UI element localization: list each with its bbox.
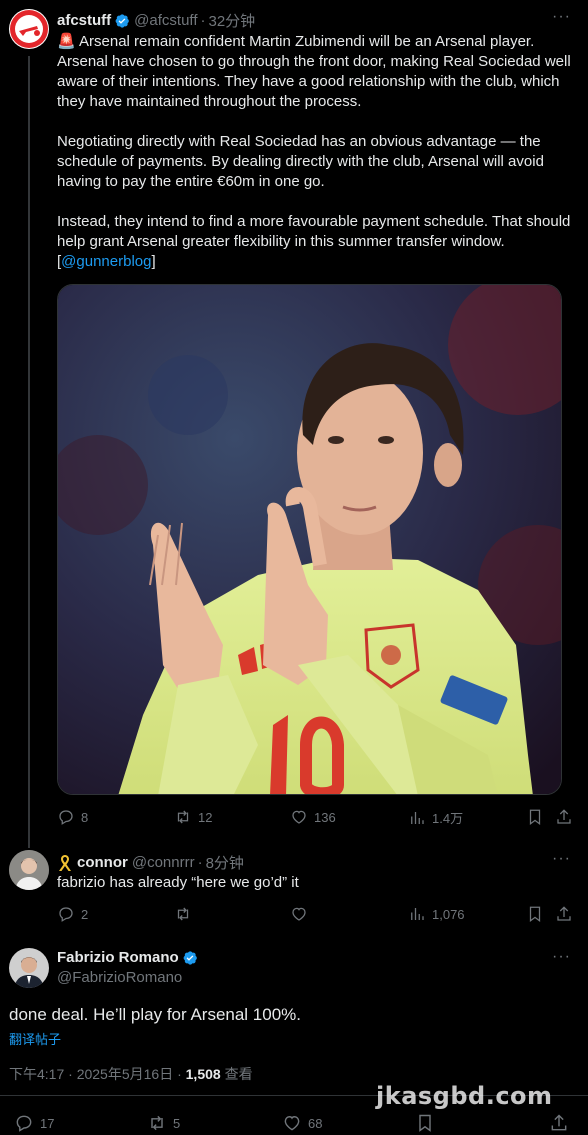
bookmark-icon [529, 809, 541, 826]
tweet1-photo[interactable] [57, 284, 562, 795]
bookmark-icon [529, 906, 541, 923]
views-label: 查看 [220, 1066, 253, 1082]
heart-icon [284, 1116, 300, 1131]
display-name[interactable]: afcstuff [57, 12, 111, 29]
views-button[interactable]: 1.4万 [408, 808, 463, 827]
awareness-ribbon-icon [59, 854, 71, 871]
share-button[interactable] [555, 905, 573, 923]
tweet2-header: connor @connrrr · 8分钟 [57, 852, 244, 873]
reply-button[interactable]: 8 [57, 808, 88, 826]
views-chart-icon [411, 811, 424, 824]
thread-line [28, 56, 30, 848]
handle[interactable]: @connrrr [132, 854, 195, 871]
connor-avatar[interactable] [9, 850, 49, 890]
bookmark-button[interactable] [526, 905, 544, 923]
tweet3-header: Fabrizio Romano [57, 949, 198, 966]
like-button[interactable]: 68 [282, 1113, 322, 1133]
tweet2-text: fabrizio has already “here we go’d” it [57, 874, 299, 891]
timestamp[interactable]: 32分钟 [208, 10, 255, 31]
verified-badge-icon [115, 13, 130, 28]
bookmark-button[interactable] [415, 1113, 435, 1133]
bookmark-button[interactable] [526, 808, 544, 826]
timestamp[interactable]: 8分钟 [206, 852, 244, 873]
reply-icon [59, 810, 73, 825]
tweet3-text: done deal. He’ll play for Arsenal 100%. [9, 1005, 302, 1024]
display-name[interactable]: connor [77, 854, 128, 871]
share-button[interactable] [555, 808, 573, 826]
views-count: 1,508 [185, 1066, 221, 1082]
handle[interactable]: @FabrizioRomano [57, 969, 182, 986]
retweet-icon [177, 907, 189, 921]
retweet-button[interactable]: 5 [147, 1113, 180, 1133]
handle[interactable]: @afcstuff [134, 12, 197, 29]
tweet1-actions: 8 12 136 1.4万 [57, 808, 577, 830]
tweet-connor[interactable]: connor @connrrr · 8分钟 ··· fabrizio has a… [0, 840, 588, 940]
translate-post-link[interactable]: 翻译帖子 [9, 1029, 61, 1048]
tweet3-actions: 17 5 68 [14, 1113, 574, 1135]
share-icon [557, 809, 571, 824]
share-icon [551, 1114, 567, 1131]
display-name[interactable]: Fabrizio Romano [57, 949, 179, 966]
retweet-button[interactable] [174, 905, 192, 923]
tweet2-actions: 2 1,076 [57, 905, 577, 927]
views-button[interactable]: 1,076 [408, 905, 465, 923]
more-options-icon[interactable]: ··· [552, 850, 571, 868]
heart-icon [292, 810, 306, 824]
retweet-icon [151, 1115, 163, 1131]
like-button[interactable]: 136 [290, 808, 336, 826]
views-chart-icon [411, 908, 424, 920]
fabrizio-avatar[interactable] [9, 948, 49, 988]
afcstuff-logo-icon [10, 10, 48, 48]
bookmark-icon [419, 1114, 431, 1132]
retweet-button[interactable]: 12 [174, 808, 212, 826]
mention-link[interactable]: @gunnerblog [61, 253, 151, 270]
reply-icon [16, 1115, 32, 1132]
post-timestamp-views: 下午4:17 · 2025年5月16日 · 1,508 查看 [9, 1064, 253, 1084]
watermark: jkasgbd.com [376, 1082, 553, 1110]
more-options-icon[interactable]: ··· [552, 948, 571, 966]
tweet3-handle-row: @FabrizioRomano [57, 969, 182, 986]
tweet1-header: afcstuff @afcstuff · 32分钟 [57, 10, 256, 31]
reply-icon [59, 907, 73, 922]
tweet-afcstuff[interactable]: afcstuff @afcstuff · 32分钟 ··· 🚨 Arsenal … [0, 0, 588, 848]
fabrizio-avatar-image [9, 948, 49, 988]
afcstuff-avatar[interactable] [9, 9, 49, 49]
verified-badge-icon [183, 950, 197, 965]
player-photo [58, 285, 561, 794]
more-options-icon[interactable]: ··· [552, 8, 571, 26]
heart-icon [292, 907, 306, 921]
reply-button[interactable]: 17 [14, 1113, 54, 1133]
tweet1-text: 🚨 Arsenal remain confident Martin Zubime… [57, 33, 571, 270]
retweet-icon [177, 810, 189, 824]
share-icon [557, 906, 571, 921]
connor-avatar-image [9, 850, 49, 890]
like-button[interactable] [290, 905, 308, 923]
reply-button[interactable]: 2 [57, 905, 88, 923]
post-timestamp[interactable]: 下午4:17 · 2025年5月16日 · [9, 1066, 186, 1082]
share-button[interactable] [549, 1113, 569, 1133]
